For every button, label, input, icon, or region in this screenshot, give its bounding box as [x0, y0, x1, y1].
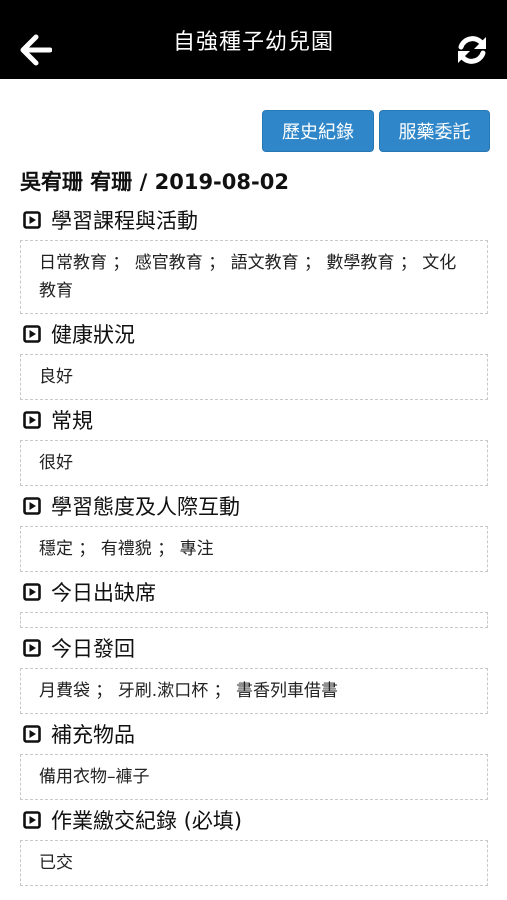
section-content: 穩定 ； 有禮貌 ； 專注 — [20, 526, 488, 572]
section-title: 健康狀況 — [51, 323, 135, 347]
history-button[interactable]: 歷史紀錄 — [262, 110, 374, 152]
report-section: 學習態度及人際互動穩定 ； 有禮貌 ； 專注 — [20, 486, 490, 572]
section-content: 日常教育 ； 感官教育 ； 語文教育 ； 數學教育 ； 文化教育 — [20, 240, 488, 314]
report-section: 常規很好 — [20, 400, 490, 486]
section-title: 補充物品 — [51, 723, 135, 747]
section-content: 已交 — [20, 840, 488, 886]
section-content — [20, 612, 488, 628]
section-header[interactable]: 學習課程與活動 — [20, 200, 490, 240]
report-section: 健康狀況良好 — [20, 314, 490, 400]
play-square-icon — [23, 497, 41, 515]
arrow-left-icon[interactable] — [20, 34, 52, 66]
section-header[interactable]: 常規 — [20, 400, 490, 440]
section-header[interactable]: 補充物品 — [20, 714, 490, 754]
section-content: 月費袋 ； 牙刷.漱口杯 ； 書香列車借書 — [20, 668, 488, 714]
section-header[interactable]: 學習態度及人際互動 — [20, 486, 490, 526]
play-square-icon — [23, 211, 41, 229]
top-bar: 自強種子幼兒園 — [0, 0, 507, 79]
section-title: 今日發回 — [51, 637, 135, 661]
page-title: 自強種子幼兒園 — [172, 29, 334, 55]
medication-request-button[interactable]: 服藥委託 — [379, 110, 490, 152]
section-content: 很好 — [20, 440, 488, 486]
section-title: 學習態度及人際互動 — [51, 495, 240, 519]
report-sections: 學習課程與活動 日常教育 ； 感官教育 ； 語文教育 ； 數學教育 ； 文化教育健… — [20, 200, 490, 886]
report-section: 作業繳交紀錄 (必填) 已交 — [20, 800, 490, 886]
section-header[interactable]: 健康狀況 — [20, 314, 490, 354]
report-section: 今日出缺席 — [20, 572, 490, 628]
section-title: 常規 — [51, 409, 93, 433]
section-header[interactable]: 作業繳交紀錄 (必填) — [20, 800, 490, 840]
refresh-icon[interactable] — [455, 33, 489, 67]
play-square-icon — [23, 725, 41, 743]
report-section: 學習課程與活動日常教育 ； 感官教育 ； 語文教育 ； 數學教育 ； 文化教育 — [20, 200, 490, 314]
report-section: 補充物品備用衣物–褲子 — [20, 714, 490, 800]
section-title: 作業繳交紀錄 (必填) — [51, 809, 243, 833]
section-header[interactable]: 今日出缺席 — [20, 572, 490, 612]
play-square-icon — [23, 583, 41, 601]
section-content: 備用衣物–褲子 — [20, 754, 488, 800]
section-title: 學習課程與活動 — [51, 209, 198, 233]
play-square-icon — [23, 325, 41, 343]
report-section: 今日發回月費袋 ； 牙刷.漱口杯 ； 書香列車借書 — [20, 628, 490, 714]
play-square-icon — [23, 411, 41, 429]
play-square-icon — [23, 639, 41, 657]
student-name-date: 吳宥珊 宥珊 / 2019-08-02 — [20, 170, 289, 194]
section-header[interactable]: 今日發回 — [20, 628, 490, 668]
play-square-icon — [23, 811, 41, 829]
section-content: 良好 — [20, 354, 488, 400]
section-title: 今日出缺席 — [51, 581, 156, 605]
